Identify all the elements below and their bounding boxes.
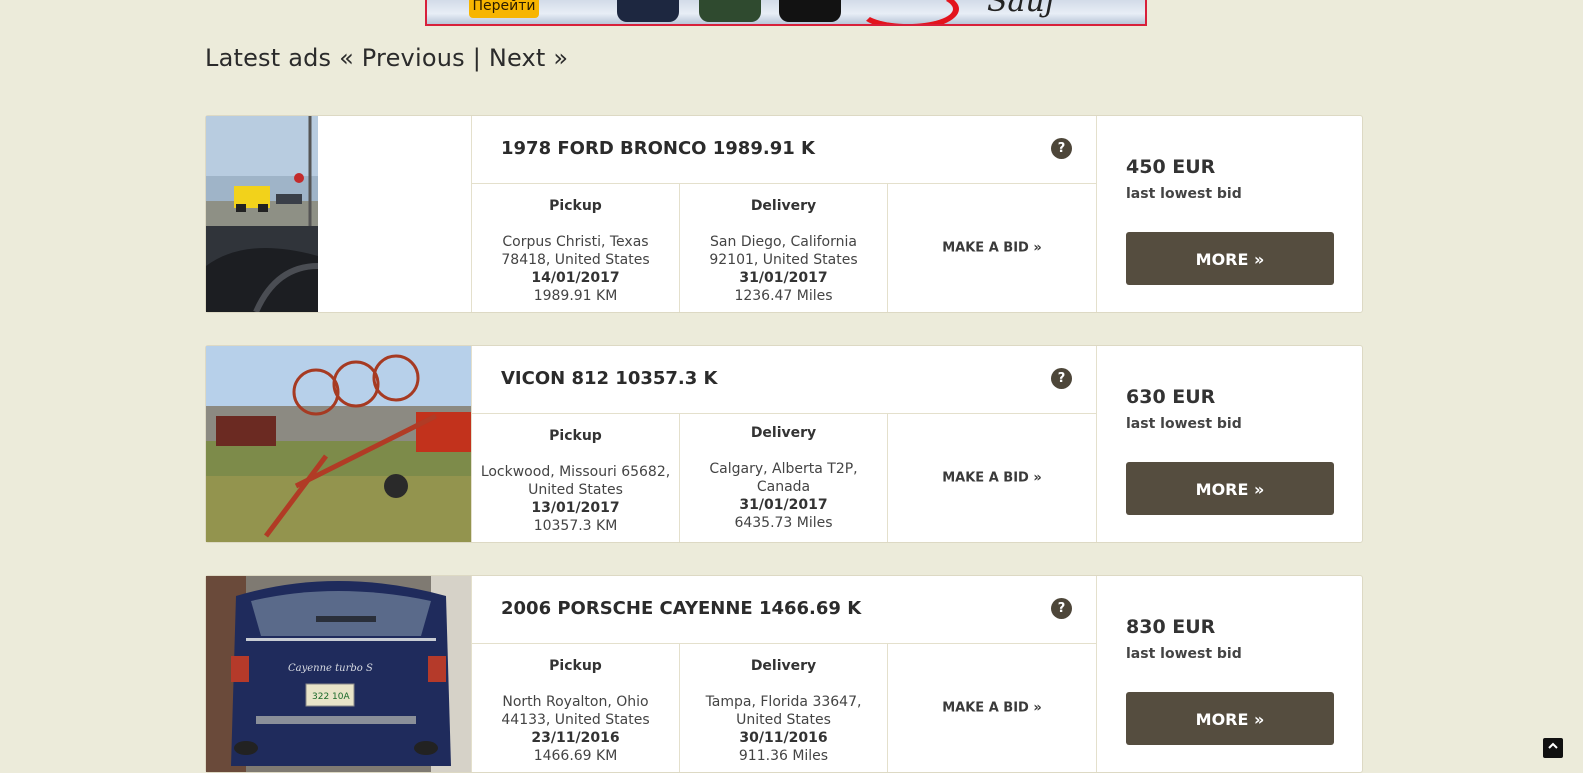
price-value: 450 EUR bbox=[1126, 156, 1216, 178]
delivery-location: Calgary, Alberta T2P, Canada bbox=[709, 461, 858, 495]
ad-card: Cayenne turbo S 322 10A 2006 PORSCHE CAY… bbox=[205, 575, 1363, 773]
delivery-distance: 911.36 Miles bbox=[738, 747, 829, 764]
pickup-distance: 10357.3 KM bbox=[533, 517, 618, 534]
pickup-column: Pickup Lockwood, Missouri 65682, United … bbox=[472, 414, 680, 542]
top-banner-ad[interactable]: Перейти Sauj bbox=[425, 0, 1147, 26]
page-title: Latest ads bbox=[205, 44, 332, 72]
ad-photo[interactable]: Cayenne turbo S 322 10A bbox=[206, 576, 472, 772]
ad-card: 1978 FORD BRONCO 1989.91 K ? Pickup Corp… bbox=[205, 115, 1363, 313]
make-a-bid-link[interactable]: MAKE A BID » bbox=[888, 471, 1096, 486]
pickup-label: Pickup bbox=[549, 657, 602, 674]
ad-details: VICON 812 10357.3 K ? Pickup Lockwood, M… bbox=[472, 346, 1097, 542]
delivery-date: 31/01/2017 bbox=[739, 497, 828, 513]
pickup-label: Pickup bbox=[549, 197, 602, 214]
jacket-image bbox=[779, 0, 841, 22]
previous-link[interactable]: « Previous bbox=[339, 44, 465, 72]
more-button[interactable]: MORE » bbox=[1126, 232, 1334, 285]
delivery-column: Delivery San Diego, California 92101, Un… bbox=[680, 184, 888, 312]
next-link[interactable]: Next » bbox=[489, 44, 568, 72]
pickup-distance: 1989.91 KM bbox=[533, 287, 618, 304]
pickup-column: Pickup North Royalton, Ohio 44133, Unite… bbox=[472, 644, 680, 772]
price-value: 630 EUR bbox=[1126, 386, 1216, 408]
delivery-date: 30/11/2016 bbox=[739, 729, 828, 746]
ad-title-row: 2006 PORSCHE CAYENNE 1466.69 K ? bbox=[472, 576, 1096, 644]
ad-price-panel: 830 EUR last lowest bid MORE » bbox=[1126, 576, 1334, 772]
svg-text:322 10A: 322 10A bbox=[312, 692, 350, 702]
bid-column: MAKE A BID » bbox=[888, 644, 1096, 772]
more-button[interactable]: MORE » bbox=[1126, 462, 1334, 515]
delivery-distance: 6435.73 Miles bbox=[734, 515, 833, 531]
make-a-bid-link[interactable]: MAKE A BID » bbox=[888, 241, 1096, 256]
delivery-column: Delivery Tampa, Florida 33647, United St… bbox=[680, 644, 888, 772]
delivery-location: Tampa, Florida 33647, United States bbox=[705, 693, 862, 728]
ad-title[interactable]: 1978 FORD BRONCO 1989.91 K bbox=[501, 138, 815, 159]
price-caption: last lowest bid bbox=[1126, 416, 1242, 432]
pickup-location: North Royalton, Ohio 44133, United State… bbox=[501, 693, 650, 728]
pickup-distance: 1466.69 KM bbox=[533, 747, 618, 764]
ad-photo[interactable] bbox=[206, 116, 472, 312]
jacket-image bbox=[699, 0, 761, 22]
pickup-date: 14/01/2017 bbox=[531, 269, 620, 286]
delivery-label: Delivery bbox=[750, 425, 817, 441]
vicon-rake-photo bbox=[206, 346, 471, 542]
help-icon[interactable]: ? bbox=[1051, 138, 1072, 159]
bid-column: MAKE A BID » bbox=[888, 184, 1096, 312]
pickup-location: Lockwood, Missouri 65682, United States bbox=[480, 463, 671, 498]
latest-ads-heading: Latest ads « Previous | Next » bbox=[205, 44, 568, 72]
pickup-date: 23/11/2016 bbox=[531, 729, 620, 746]
bid-column: MAKE A BID » bbox=[888, 414, 1096, 542]
jacket-image bbox=[617, 0, 679, 22]
pickup-date: 13/01/2017 bbox=[531, 499, 620, 516]
delivery-column: Delivery Calgary, Alberta T2P, Canada 31… bbox=[680, 414, 888, 542]
ad-price-panel: 450 EUR last lowest bid MORE » bbox=[1126, 116, 1334, 312]
ad-title[interactable]: 2006 PORSCHE CAYENNE 1466.69 K bbox=[501, 598, 861, 619]
pickup-column: Pickup Corpus Christi, Texas 78418, Unit… bbox=[472, 184, 680, 312]
delivery-date: 31/01/2017 bbox=[739, 269, 828, 286]
delivery-distance: 1236.47 Miles bbox=[734, 287, 833, 304]
ad-title[interactable]: VICON 812 10357.3 K bbox=[501, 368, 718, 389]
chevron-up-icon[interactable] bbox=[1543, 738, 1563, 758]
banner-go-button[interactable]: Перейти bbox=[469, 0, 539, 18]
more-button[interactable]: MORE » bbox=[1126, 692, 1334, 745]
ad-price-panel: 630 EUR last lowest bid MORE » bbox=[1126, 346, 1334, 542]
ad-card: VICON 812 10357.3 K ? Pickup Lockwood, M… bbox=[205, 345, 1363, 543]
ad-details: 1978 FORD BRONCO 1989.91 K ? Pickup Corp… bbox=[472, 116, 1097, 312]
ad-photo[interactable] bbox=[206, 346, 472, 542]
pagination-separator: | bbox=[472, 44, 481, 72]
porsche-cayenne-photo: Cayenne turbo S 322 10A bbox=[206, 576, 471, 772]
price-caption: last lowest bid bbox=[1126, 646, 1242, 662]
help-icon[interactable]: ? bbox=[1051, 598, 1072, 619]
make-a-bid-link[interactable]: MAKE A BID » bbox=[888, 701, 1096, 716]
pickup-location: Corpus Christi, Texas 78418, United Stat… bbox=[501, 233, 650, 268]
banner-brand-mark: Sauj bbox=[987, 0, 1055, 19]
price-caption: last lowest bid bbox=[1126, 186, 1242, 202]
pickup-label: Pickup bbox=[549, 427, 602, 444]
banner-logo-swoosh bbox=[857, 0, 959, 24]
ad-title-row: VICON 812 10357.3 K ? bbox=[472, 346, 1096, 414]
ford-bronco-photo bbox=[206, 116, 319, 312]
ad-title-row: 1978 FORD BRONCO 1989.91 K ? bbox=[472, 116, 1096, 184]
help-icon[interactable]: ? bbox=[1051, 368, 1072, 389]
svg-text:Cayenne turbo S: Cayenne turbo S bbox=[288, 663, 373, 674]
price-value: 830 EUR bbox=[1126, 616, 1216, 638]
delivery-location: San Diego, California 92101, United Stat… bbox=[709, 233, 858, 268]
ad-details: 2006 PORSCHE CAYENNE 1466.69 K ? Pickup … bbox=[472, 576, 1097, 772]
delivery-label: Delivery bbox=[750, 657, 817, 674]
delivery-label: Delivery bbox=[750, 197, 817, 214]
